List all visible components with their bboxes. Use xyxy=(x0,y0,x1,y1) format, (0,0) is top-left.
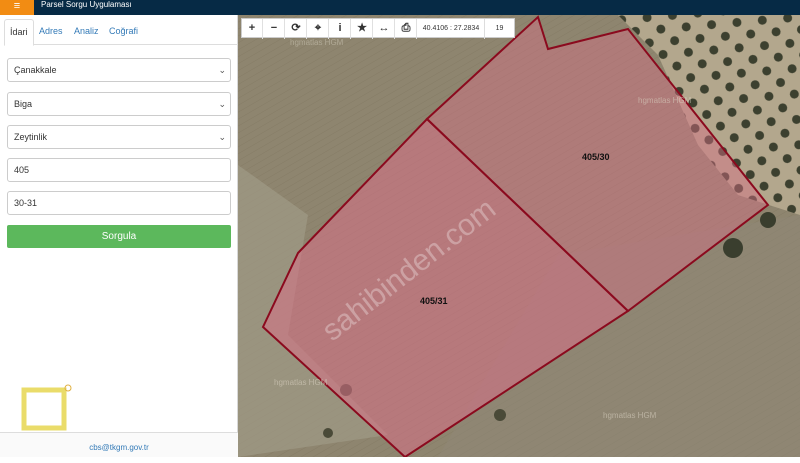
map-watermark: hgmatlas HGM xyxy=(274,378,328,387)
neighborhood-select[interactable]: Zeytinlik ⌄ xyxy=(7,125,231,149)
measure-icon[interactable]: ↔ xyxy=(374,19,395,39)
zoom-out-icon[interactable]: − xyxy=(264,19,285,39)
parcel-label-405-31: 405/31 xyxy=(420,296,448,306)
province-value: Çanakkale xyxy=(14,65,57,75)
chevron-down-icon: ⌄ xyxy=(218,132,226,142)
block-input[interactable]: 405 xyxy=(7,158,231,182)
map-watermark: hgmatlas HGM xyxy=(603,411,657,420)
parcel-label-405-30: 405/30 xyxy=(582,152,610,162)
email-link[interactable]: cbs@tkgm.gov.tr xyxy=(89,443,149,452)
zoom-in-icon[interactable]: + xyxy=(242,19,263,39)
map-watermark: hgmatlas HGM xyxy=(638,96,692,105)
locate-icon[interactable]: ⌖ xyxy=(308,19,329,39)
province-select[interactable]: Çanakkale ⌄ xyxy=(7,58,231,82)
footer: cbs@tkgm.gov.tr xyxy=(0,432,238,457)
neighborhood-value: Zeytinlik xyxy=(14,132,48,142)
coordinate-readout: 40.4106 : 27.2834 xyxy=(418,19,485,39)
parcel-value: 30-31 xyxy=(14,198,38,208)
tab-cografi[interactable]: Coğrafi xyxy=(104,19,143,45)
parcel-input[interactable]: 30-31 xyxy=(7,191,231,215)
logo xyxy=(21,384,73,432)
tab-idari[interactable]: İdari xyxy=(4,19,34,46)
block-value: 405 xyxy=(14,165,30,175)
chevron-down-icon: ⌄ xyxy=(218,99,226,109)
map-watermark: hgmatlas HGM xyxy=(290,38,344,47)
chevron-down-icon: ⌄ xyxy=(218,65,226,75)
hamburger-icon: ≡ xyxy=(13,0,21,12)
map-toolbar: + − ⟳ ⌖ i ★ ↔ ⎙ 40.4106 : 27.2834 19 xyxy=(241,18,515,39)
tab-analiz[interactable]: Analiz xyxy=(69,19,104,45)
zoom-level: 19 xyxy=(495,25,504,32)
sidebar: İdari Adres Analiz Coğrafi Çanakkale ⌄ B… xyxy=(0,15,238,457)
refresh-icon[interactable]: ⟳ xyxy=(286,19,307,39)
top-bar: ≡ Parsel Sorgu Uygulaması xyxy=(0,0,800,15)
query-button[interactable]: Sorgula xyxy=(7,225,231,248)
menu-button[interactable]: ≡ xyxy=(0,0,34,15)
print-icon[interactable]: ⎙ xyxy=(396,19,417,39)
map-view[interactable]: 405/30 405/31 hgmatlas HGM hgmatlas HGM … xyxy=(238,15,800,457)
tab-bar: İdari Adres Analiz Coğrafi xyxy=(4,19,238,46)
info-icon[interactable]: i xyxy=(330,19,351,39)
district-select[interactable]: Biga ⌄ xyxy=(7,92,231,116)
district-value: Biga xyxy=(14,99,33,109)
app-title: Parsel Sorgu Uygulaması xyxy=(41,0,132,9)
star-icon[interactable]: ★ xyxy=(352,19,373,39)
tab-adres[interactable]: Adres xyxy=(34,19,68,45)
